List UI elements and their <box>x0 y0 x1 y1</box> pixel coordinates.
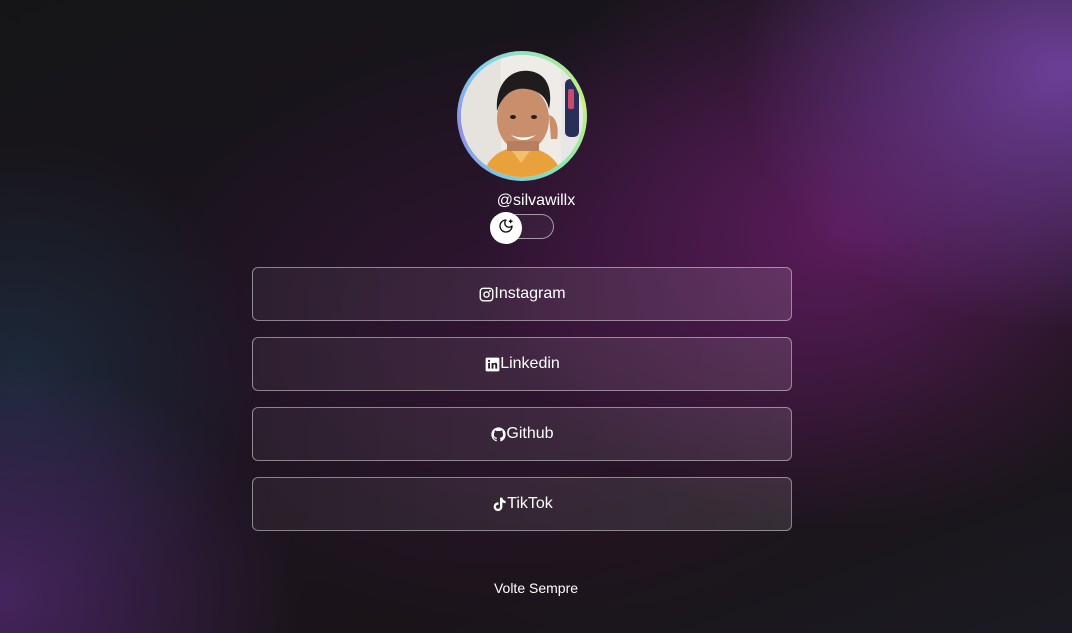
tiktok-link-label: TikTok <box>507 495 553 512</box>
tiktok-icon <box>491 496 507 512</box>
footer-text: Volte Sempre <box>493 580 579 596</box>
theme-toggle[interactable] <box>490 212 554 244</box>
instagram-link-button[interactable]: Instagram <box>252 267 792 321</box>
instagram-icon <box>478 286 494 302</box>
social-links: Instagram Linkedin Github TikTok <box>252 267 792 547</box>
theme-toggle-knob[interactable] <box>490 212 522 244</box>
username: @silvawillx <box>496 192 576 209</box>
github-link-button[interactable]: Github <box>252 407 792 461</box>
github-link-label: Github <box>506 425 554 442</box>
profile-photo <box>461 55 583 177</box>
linkedin-icon <box>484 356 500 372</box>
avatar <box>457 51 587 181</box>
linkedin-link-button[interactable]: Linkedin <box>252 337 792 391</box>
moon-stars-icon <box>498 218 514 239</box>
tiktok-link-button[interactable]: TikTok <box>252 477 792 531</box>
linkedin-link-label: Linkedin <box>500 355 560 372</box>
instagram-link-label: Instagram <box>494 285 566 302</box>
github-icon <box>490 426 506 442</box>
